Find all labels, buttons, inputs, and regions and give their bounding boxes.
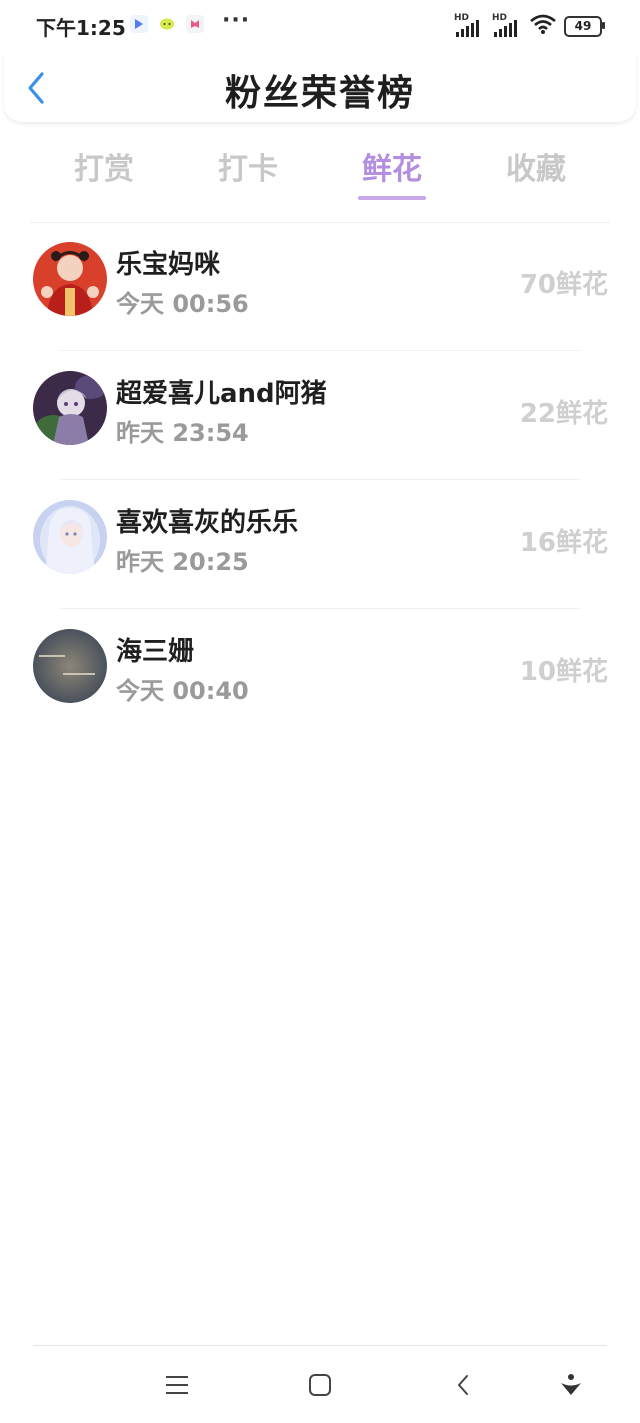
battery-level: 49 <box>574 19 592 33</box>
more-notifications-icon: ··· <box>222 8 251 33</box>
active-tab-indicator <box>358 196 426 200</box>
timestamp: 昨天 20:25 <box>116 548 249 576</box>
battery-icon: 49 <box>564 15 605 37</box>
ranking-list: 乐宝妈咪 今天 00:56 70鲜花 超爱喜儿and阿猪 昨天 23:54 22… <box>0 222 640 738</box>
user-name: 超爱喜儿and阿猪 <box>116 379 327 409</box>
timestamp: 今天 00:40 <box>116 677 249 705</box>
timestamp: 今天 00:56 <box>116 290 249 318</box>
play-store-icon <box>130 15 148 33</box>
timestamp: 昨天 23:54 <box>116 419 249 447</box>
user-name: 海三姗 <box>116 637 195 667</box>
signal-icon-2: HD <box>492 13 522 37</box>
assistant-icon <box>561 1374 581 1395</box>
chevron-left-icon <box>458 1375 468 1395</box>
tab-bar: 打赏 打卡 鲜花 收藏 <box>30 138 610 223</box>
page-title: 粉丝荣誉榜 <box>224 73 415 114</box>
list-item[interactable]: 喜欢喜灰的乐乐 昨天 20:25 16鲜花 <box>0 480 640 609</box>
list-item[interactable]: 乐宝妈咪 今天 00:56 70鲜花 <box>0 222 640 351</box>
avatar <box>33 500 107 574</box>
flower-count: 70鲜花 <box>519 270 608 300</box>
avatar <box>33 371 107 445</box>
wifi-icon <box>530 14 556 38</box>
status-bar: 下午1:25 ··· HD HD 49 <box>0 0 640 50</box>
tab-tips[interactable]: 打赏 <box>54 144 154 188</box>
menu-icon <box>166 1376 188 1394</box>
system-back-button[interactable] <box>446 1368 480 1402</box>
flower-count: 22鲜花 <box>519 399 608 429</box>
avatar <box>33 629 107 703</box>
user-name: 乐宝妈咪 <box>116 250 221 280</box>
status-right: HD HD 49 <box>454 13 605 38</box>
chat-app-icon <box>158 15 176 33</box>
tab-favorites[interactable]: 收藏 <box>486 144 586 188</box>
system-nav-bar <box>0 1346 640 1423</box>
tab-checkin[interactable]: 打卡 <box>198 144 298 188</box>
status-time: 下午1:25 <box>36 16 126 40</box>
flower-count: 10鲜花 <box>519 657 608 687</box>
tab-flowers[interactable]: 鲜花 <box>342 144 442 188</box>
signal-icon: HD <box>454 13 484 37</box>
header: 粉丝荣誉榜 <box>4 52 636 122</box>
list-item[interactable]: 海三姗 今天 00:40 10鲜花 <box>0 609 640 738</box>
avatar <box>33 242 107 316</box>
list-item[interactable]: 超爱喜儿and阿猪 昨天 23:54 22鲜花 <box>0 351 640 480</box>
assistant-button[interactable] <box>554 1368 588 1402</box>
status-app-icons <box>130 15 204 33</box>
user-name: 喜欢喜灰的乐乐 <box>116 508 299 538</box>
flower-count: 16鲜花 <box>519 528 608 558</box>
menu-button[interactable] <box>160 1368 194 1402</box>
home-square-icon <box>309 1374 331 1396</box>
home-button[interactable] <box>303 1368 337 1402</box>
notes-app-icon <box>186 15 204 33</box>
